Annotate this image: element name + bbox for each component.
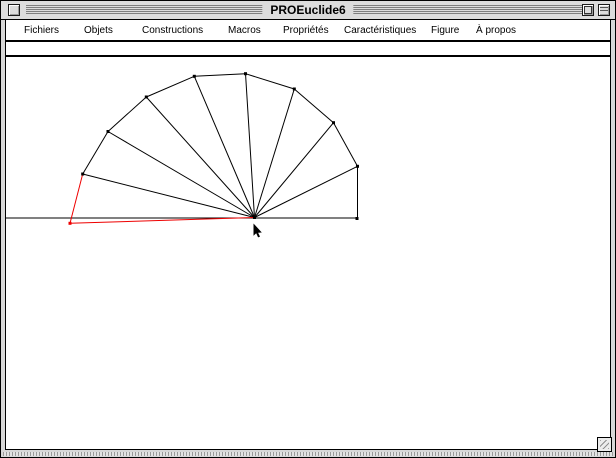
collapse-box-icon[interactable] <box>598 4 610 16</box>
menu-objets[interactable]: Objets <box>84 20 113 40</box>
menu-a-propos[interactable]: À propos <box>476 20 516 40</box>
menubar-divider-strip <box>6 42 610 57</box>
menu-constructions[interactable]: Constructions <box>142 20 203 40</box>
menu-fichiers[interactable]: Fichiers <box>24 20 59 40</box>
window-content: Fichiers Objets Constructions Macros Pro… <box>5 20 611 450</box>
menu-proprietes[interactable]: Propriétés <box>283 20 329 40</box>
title-bar[interactable]: PROEuclide6 <box>1 1 615 20</box>
proeuclide-window: PROEuclide6 Fichiers Objets Construction… <box>0 0 616 458</box>
zoom-box-icon[interactable] <box>582 4 594 16</box>
menu-figure[interactable]: Figure <box>431 20 459 40</box>
menu-macros[interactable]: Macros <box>228 20 261 40</box>
menu-bar: Fichiers Objets Constructions Macros Pro… <box>6 20 610 42</box>
window-title: PROEuclide6 <box>262 2 353 18</box>
resize-grip-icon[interactable] <box>597 437 612 452</box>
menu-caracteristiques[interactable]: Caractéristiques <box>344 20 416 40</box>
bottom-frame-texture <box>3 452 613 456</box>
close-box-icon[interactable] <box>8 4 20 16</box>
drawing-canvas[interactable] <box>6 57 610 449</box>
